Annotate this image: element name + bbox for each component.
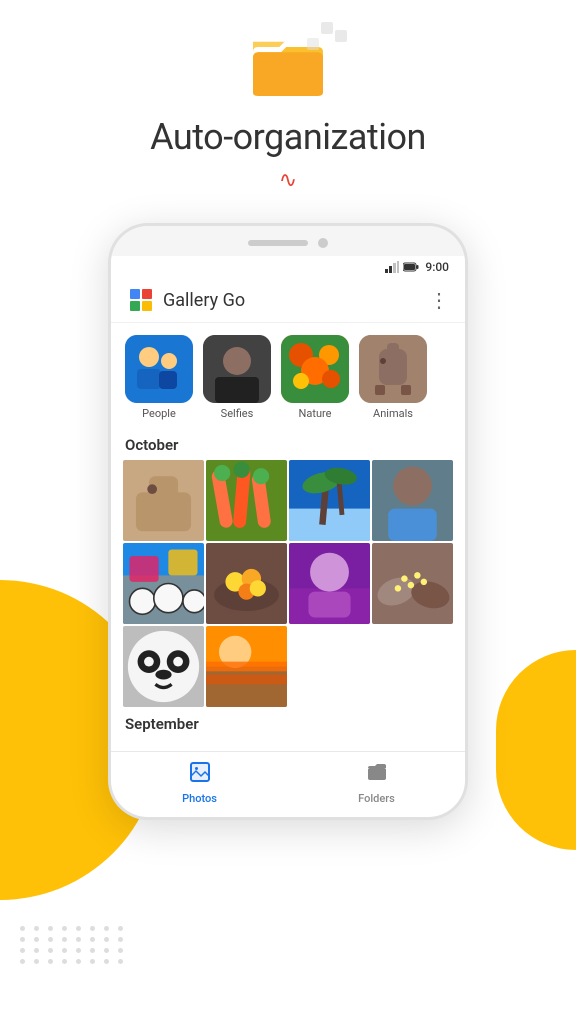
photo-cell[interactable] [206, 460, 287, 541]
album-nature[interactable]: Nature [279, 335, 351, 420]
album-nature-thumb [281, 335, 349, 403]
folders-icon [365, 760, 389, 790]
phone-frame: 9:00 Gallery Go ⋮ [108, 223, 468, 820]
section-october-label: October [123, 436, 453, 454]
folder-icon-wrapper [253, 40, 323, 100]
photo-cell[interactable] [206, 543, 287, 624]
app-bar: Gallery Go ⋮ [111, 278, 465, 323]
page-title: Auto-organization [150, 116, 426, 158]
more-options-icon[interactable]: ⋮ [429, 288, 449, 312]
nav-folders-label: Folders [358, 792, 395, 805]
album-people-label: People [142, 407, 176, 420]
album-selfies-label: Selfies [221, 407, 254, 420]
photo-cell[interactable] [289, 460, 370, 541]
phone-speaker [248, 240, 308, 246]
photo-grid-october [123, 460, 453, 707]
album-animals-label: Animals [373, 407, 413, 420]
mini-squares-icon [301, 20, 351, 70]
bg-dots-pattern [20, 926, 126, 964]
nav-photos-label: Photos [182, 792, 217, 805]
albums-row: People Selfies [123, 335, 453, 420]
signal-icon [385, 261, 399, 273]
hero-section: Auto-organization ∿ [0, 0, 576, 223]
app-bar-title: Gallery Go [163, 290, 429, 311]
status-bar: 9:00 [111, 256, 465, 278]
battery-icon [403, 262, 419, 272]
album-people-thumb [125, 335, 193, 403]
photo-cell[interactable] [372, 543, 453, 624]
photo-cell[interactable] [206, 626, 287, 707]
photo-cell[interactable] [123, 460, 204, 541]
phone-camera [318, 238, 328, 248]
photos-icon [188, 760, 212, 790]
photo-cell[interactable] [123, 626, 204, 707]
album-people[interactable]: People [123, 335, 195, 420]
photo-cell[interactable] [289, 543, 370, 624]
photo-cell[interactable] [372, 460, 453, 541]
album-animals[interactable]: Animals [357, 335, 429, 420]
album-nature-label: Nature [299, 407, 332, 420]
album-animals-thumb [359, 335, 427, 403]
bottom-nav: Photos Folders [111, 751, 465, 817]
phone-screen: People Selfies [111, 323, 465, 751]
nav-folders[interactable]: Folders [288, 760, 465, 805]
nav-photos[interactable]: Photos [111, 760, 288, 805]
section-october: October [123, 436, 453, 707]
album-selfies[interactable]: Selfies [201, 335, 273, 420]
status-time: 9:00 [425, 260, 449, 274]
section-september: September [123, 715, 453, 733]
phone-top-bar [111, 226, 465, 256]
photo-cell[interactable] [123, 543, 204, 624]
section-september-label: September [123, 715, 453, 733]
gallery-go-logo [127, 286, 155, 314]
album-selfies-thumb [203, 335, 271, 403]
status-icons [385, 261, 419, 273]
title-decoration: ∿ [279, 168, 297, 193]
phone-mockup: 9:00 Gallery Go ⋮ [0, 223, 576, 820]
